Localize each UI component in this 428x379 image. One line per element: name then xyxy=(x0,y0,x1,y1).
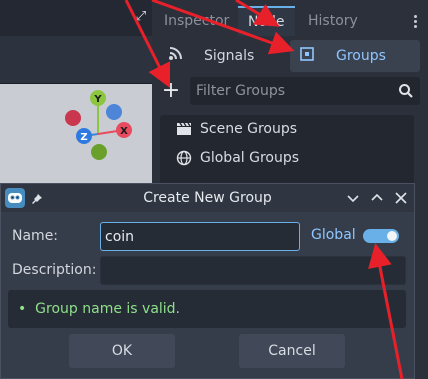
global-groups-label: Global Groups xyxy=(200,150,300,166)
filter-row: + xyxy=(152,77,428,107)
validation-text: Group name is valid. xyxy=(35,301,181,317)
fullscreen-icon[interactable]: ⤢ xyxy=(134,10,148,24)
description-input[interactable] xyxy=(100,256,406,285)
validation-message: • Group name is valid. xyxy=(18,290,180,328)
dock-tab-bar: Inspector Node History xyxy=(152,6,428,36)
tab-history-label: History xyxy=(308,13,358,29)
ok-button[interactable]: OK xyxy=(69,334,175,368)
viewport-header xyxy=(0,36,152,83)
search-icon[interactable] xyxy=(398,83,414,99)
name-label: Name: xyxy=(12,228,59,244)
toggle-knob xyxy=(387,231,397,241)
close-icon[interactable] xyxy=(391,188,411,208)
tab-signals-label: Signals xyxy=(204,48,255,64)
global-toggle[interactable] xyxy=(363,229,399,243)
clapperboard-icon xyxy=(176,121,192,137)
add-group-button[interactable]: + xyxy=(160,80,182,104)
node-subtabs: Signals Groups xyxy=(152,40,428,74)
group-name-input[interactable] xyxy=(100,222,300,251)
group-icon xyxy=(298,46,316,66)
gizmo-y-label: Y xyxy=(93,94,102,105)
tab-history[interactable]: History xyxy=(298,6,368,36)
gizmo-x-label: X xyxy=(120,126,128,137)
scene-groups-label: Scene Groups xyxy=(200,121,298,137)
group-list: Scene Groups Global Groups xyxy=(160,115,414,185)
dialog-title-bar[interactable]: Create New Group xyxy=(1,184,414,212)
dialog-body: Name: Global Description: • Group name i… xyxy=(1,212,414,378)
validation-message-box: • Group name is valid. xyxy=(8,290,406,328)
filter-groups-input[interactable] xyxy=(196,77,392,105)
gizmo-z-label: Z xyxy=(80,132,87,143)
gizmo-neg-z xyxy=(106,104,122,120)
viewport-toolbar: ⤢ xyxy=(0,0,152,36)
chevron-down-icon[interactable] xyxy=(343,188,363,208)
viewport-3d[interactable]: Y Z X xyxy=(0,83,152,183)
tab-inspector[interactable]: Inspector xyxy=(154,6,239,36)
tab-node-label: Node xyxy=(248,14,285,30)
orientation-gizmo[interactable]: Y Z X xyxy=(0,84,152,184)
list-item-global-groups[interactable]: Global Groups xyxy=(160,144,414,172)
kebab-menu-icon[interactable] xyxy=(412,14,418,30)
tab-groups-label: Groups xyxy=(336,48,386,64)
tab-inspector-label: Inspector xyxy=(164,13,230,29)
create-group-dialog: Create New Group Name: Global Descriptio… xyxy=(0,183,415,379)
filter-box xyxy=(190,77,420,105)
signal-icon xyxy=(166,46,184,66)
gizmo-neg-x xyxy=(65,110,81,126)
chevron-up-icon[interactable] xyxy=(367,188,387,208)
description-label: Description: xyxy=(12,262,97,278)
tab-signals[interactable]: Signals xyxy=(158,40,288,72)
list-item-scene-groups[interactable]: Scene Groups xyxy=(160,115,414,143)
validation-bullet: • xyxy=(18,301,27,317)
global-label: Global xyxy=(311,227,356,243)
tab-node[interactable]: Node xyxy=(238,6,295,36)
cancel-button[interactable]: Cancel xyxy=(239,334,345,368)
tab-groups[interactable]: Groups xyxy=(290,40,420,72)
globe-icon xyxy=(176,150,192,166)
gizmo-neg-y xyxy=(91,144,107,160)
